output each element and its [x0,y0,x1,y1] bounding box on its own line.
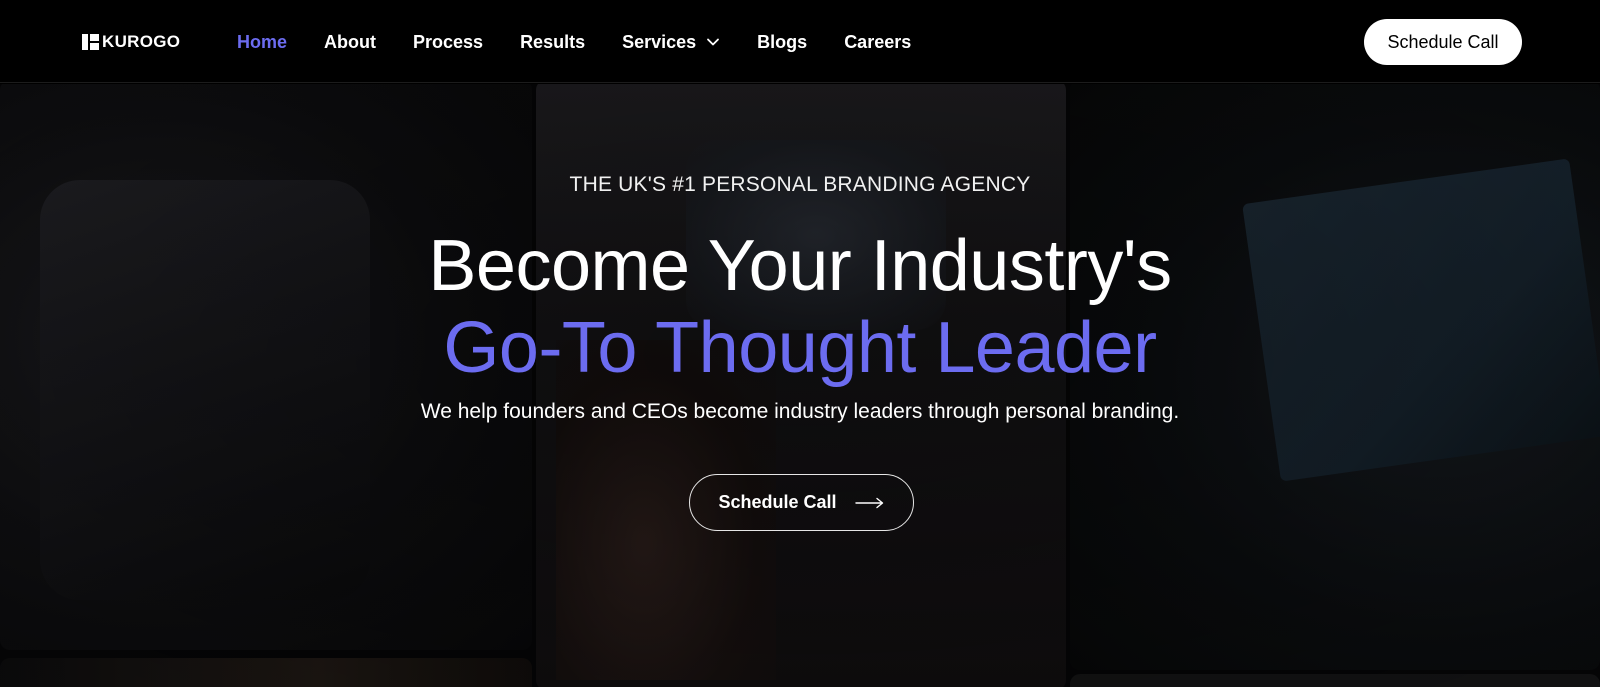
schedule-call-hero-label: Schedule Call [718,492,837,512]
nav-item-careers[interactable]: Careers [844,30,911,54]
chevron-down-icon [707,38,720,46]
nav-item-blogs[interactable]: Blogs [757,30,807,54]
brand-name: KUROGO [102,32,181,51]
nav-item-about[interactable]: About [324,30,376,54]
hero-eyebrow: THE UK'S #1 PERSONAL BRANDING AGENCY [569,173,1031,196]
arrow-right-icon [854,497,883,508]
nav-item-process[interactable]: Process [413,30,483,54]
nav-item-services[interactable]: Services [622,30,720,54]
logo-mark-icon [82,34,99,50]
hero-headline-line1: Become Your Industry's [428,226,1172,306]
hero-subtitle: We help founders and CEOs become industr… [420,400,1180,423]
schedule-call-hero-button[interactable]: Schedule Call [689,474,914,531]
navbar: KUROGO Home About Process Results Servic… [0,0,1600,83]
nav-item-services-label: Services [622,31,697,52]
nav-item-results[interactable]: Results [520,30,585,54]
schedule-call-nav-button[interactable]: Schedule Call [1364,19,1522,65]
nav-item-home[interactable]: Home [237,30,287,54]
main-nav: Home About Process Results Services Blog… [237,30,911,54]
brand-logo[interactable]: KUROGO [82,32,181,51]
hero-headline-line2: Go-To Thought Leader [443,308,1157,388]
